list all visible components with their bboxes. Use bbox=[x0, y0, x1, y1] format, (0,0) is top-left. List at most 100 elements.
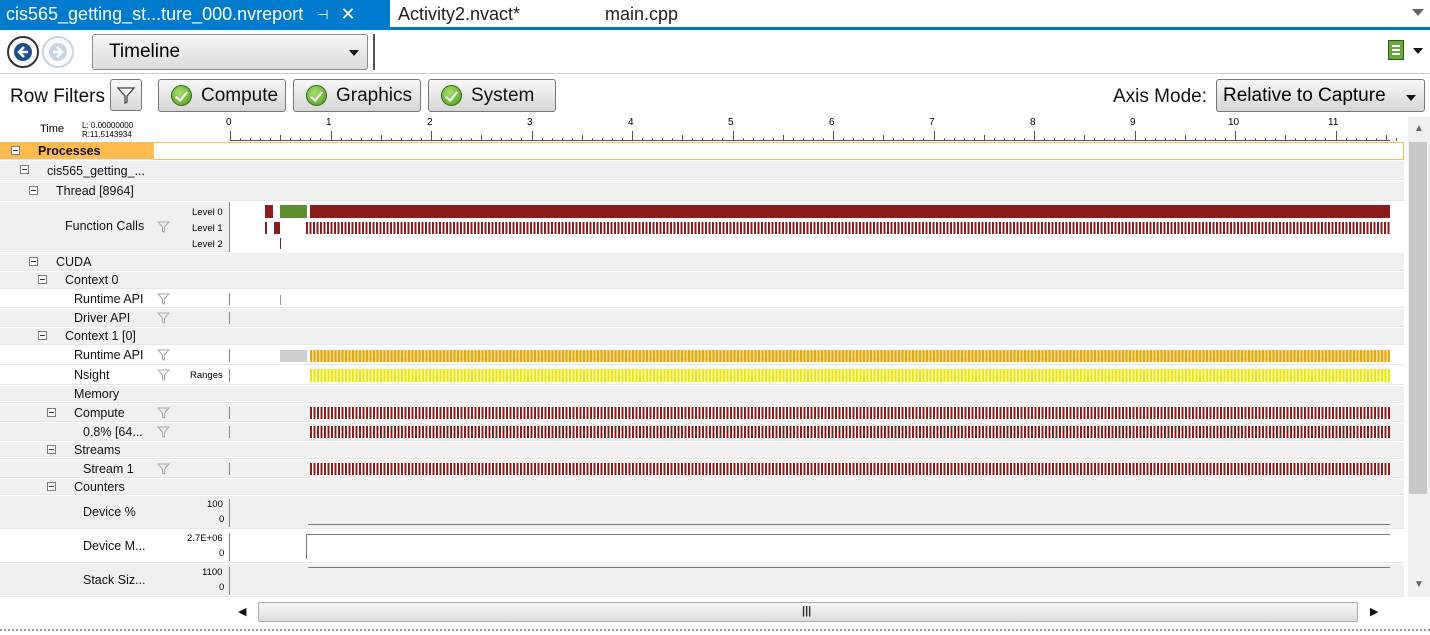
row-compute[interactable]: Compute bbox=[0, 404, 1404, 422]
collapse-icon[interactable] bbox=[47, 445, 56, 454]
system-toggle-label: System bbox=[471, 85, 535, 106]
view-dropdown[interactable]: Timeline bbox=[92, 34, 368, 70]
back-button[interactable] bbox=[7, 36, 39, 68]
row-device-memory[interactable]: Device M... 2.7E+06 0 bbox=[0, 530, 1404, 563]
collapse-icon[interactable] bbox=[47, 481, 56, 491]
row-nsight[interactable]: Nsight Ranges bbox=[0, 366, 1404, 385]
row-runtime-api-ctx1[interactable]: Runtime API bbox=[0, 346, 1404, 365]
collapse-icon[interactable] bbox=[29, 256, 38, 266]
row-streams[interactable]: Streams bbox=[0, 442, 1404, 459]
chevron-down-icon bbox=[349, 50, 359, 56]
nsight-range-blocks[interactable] bbox=[310, 369, 1390, 382]
scroll-grip-icon: ||| bbox=[802, 605, 812, 617]
row-processes[interactable]: Processes bbox=[0, 142, 1404, 160]
chevron-down-icon bbox=[1406, 95, 1416, 101]
report-icon[interactable] bbox=[1388, 40, 1404, 60]
row-context-1[interactable]: Context 1 [0] bbox=[0, 328, 1404, 345]
funnel-icon[interactable] bbox=[157, 369, 170, 381]
counter-line bbox=[308, 524, 1390, 525]
system-toggle[interactable]: System bbox=[428, 79, 556, 112]
close-icon[interactable]: ✕ bbox=[341, 0, 356, 28]
function-call-block-selected[interactable] bbox=[280, 205, 307, 218]
row-label: CUDA bbox=[56, 255, 92, 269]
report-menu-chevron-icon[interactable] bbox=[1413, 48, 1423, 54]
tab-overflow-icon[interactable] bbox=[1412, 9, 1424, 16]
scroll-up-icon[interactable]: ▲ bbox=[1414, 123, 1424, 134]
compute-toggle[interactable]: Compute bbox=[158, 79, 286, 112]
scroll-down-icon[interactable]: ▼ bbox=[1414, 579, 1424, 590]
row-stack-size[interactable]: Stack Siz... 1100 0 bbox=[0, 564, 1404, 597]
axis-mode-dropdown[interactable]: Relative to Capture bbox=[1216, 79, 1425, 112]
funnel-icon[interactable] bbox=[157, 312, 170, 324]
function-call-block[interactable] bbox=[310, 205, 1390, 218]
level-label: Level 2 bbox=[192, 239, 223, 250]
stream-blocks[interactable] bbox=[310, 463, 1390, 475]
row-label: Runtime API bbox=[74, 348, 144, 362]
column-separator bbox=[229, 349, 230, 362]
graphics-toggle[interactable]: Graphics bbox=[293, 79, 421, 112]
row-kernel[interactable]: 0.8% [64... bbox=[0, 423, 1404, 441]
tab-main-cpp[interactable]: main.cpp bbox=[605, 0, 678, 27]
row-driver-api-ctx0[interactable]: Driver API bbox=[0, 309, 1404, 327]
row-label: Runtime API bbox=[74, 292, 144, 306]
forward-button[interactable] bbox=[42, 36, 74, 68]
row-label: Function Calls bbox=[65, 219, 145, 233]
collapse-icon[interactable] bbox=[11, 145, 20, 155]
column-separator bbox=[229, 463, 230, 475]
vertical-scroll-thumb[interactable] bbox=[1409, 142, 1427, 494]
time-ruler[interactable]: Time L: 0.00000000 R:11.5143934 0 1 2 3 … bbox=[0, 117, 1408, 141]
pin-icon[interactable]: ⊣ bbox=[317, 1, 328, 29]
collapse-icon[interactable] bbox=[20, 165, 29, 174]
row-function-calls[interactable]: Function Calls Level 0 Level 1 Level 2 bbox=[0, 202, 1404, 252]
row-label: Streams bbox=[74, 443, 121, 457]
counter-min: 0 bbox=[219, 582, 225, 593]
report-toolbar: Timeline bbox=[0, 30, 1430, 74]
runtime-api-blocks[interactable] bbox=[310, 350, 1390, 362]
compute-kernel-blocks[interactable] bbox=[310, 407, 1390, 419]
runtime-api-block[interactable] bbox=[280, 350, 307, 362]
funnel-icon[interactable] bbox=[157, 426, 170, 438]
funnel-icon[interactable] bbox=[157, 349, 170, 361]
tab-nvreport[interactable]: cis565_getting_st...ture_000.nvreport ⊣ ✕ bbox=[0, 0, 390, 27]
funnel-icon[interactable] bbox=[157, 221, 170, 233]
forward-arrow-icon bbox=[49, 43, 67, 61]
funnel-icon[interactable] bbox=[157, 293, 170, 305]
row-thread[interactable]: Thread [8964] bbox=[0, 181, 1404, 201]
collapse-icon[interactable] bbox=[38, 275, 47, 284]
row-label: Memory bbox=[74, 387, 120, 401]
column-separator bbox=[229, 293, 230, 305]
function-call-block[interactable] bbox=[265, 205, 273, 218]
row-label: Device M... bbox=[83, 539, 146, 553]
kernel-blocks[interactable] bbox=[310, 426, 1390, 438]
row-runtime-api-ctx0[interactable]: Runtime API bbox=[0, 290, 1404, 308]
collapse-icon[interactable] bbox=[47, 407, 56, 417]
scroll-right-icon[interactable]: ▶ bbox=[1370, 605, 1378, 618]
axis-mode-value: Relative to Capture bbox=[1223, 85, 1386, 106]
row-process[interactable]: cis565_getting_... bbox=[0, 161, 1404, 180]
collapse-icon[interactable] bbox=[29, 185, 38, 195]
function-call-block[interactable] bbox=[274, 222, 280, 234]
row-memory[interactable]: Memory bbox=[0, 386, 1404, 403]
checkmark-icon bbox=[306, 85, 327, 106]
function-call-block[interactable] bbox=[265, 222, 267, 234]
funnel-icon[interactable] bbox=[157, 407, 170, 419]
column-separator bbox=[229, 407, 230, 419]
row-filter-button[interactable] bbox=[110, 79, 142, 111]
checkmark-icon bbox=[441, 85, 462, 106]
tab-activity2[interactable]: Activity2.nvact* bbox=[398, 0, 520, 27]
row-stream-1[interactable]: Stream 1 bbox=[0, 460, 1404, 478]
collapse-icon[interactable] bbox=[38, 331, 47, 340]
row-cuda[interactable]: CUDA bbox=[0, 253, 1404, 271]
row-label: cis565_getting_... bbox=[47, 164, 145, 178]
row-context-0[interactable]: Context 0 bbox=[0, 272, 1404, 289]
function-call-block[interactable] bbox=[280, 238, 281, 249]
scroll-left-icon[interactable]: ◀ bbox=[238, 605, 246, 618]
row-counters[interactable]: Counters bbox=[0, 479, 1404, 495]
column-separator bbox=[229, 533, 230, 561]
row-label: Stream 1 bbox=[83, 462, 134, 476]
row-device-percent[interactable]: Device % 100 0 bbox=[0, 496, 1404, 529]
funnel-icon[interactable] bbox=[157, 463, 170, 475]
runtime-api-call[interactable] bbox=[280, 295, 281, 305]
function-call-level1-blocks[interactable] bbox=[306, 222, 1390, 234]
tab-nvreport-label: cis565_getting_st...ture_000.nvreport bbox=[6, 4, 304, 24]
